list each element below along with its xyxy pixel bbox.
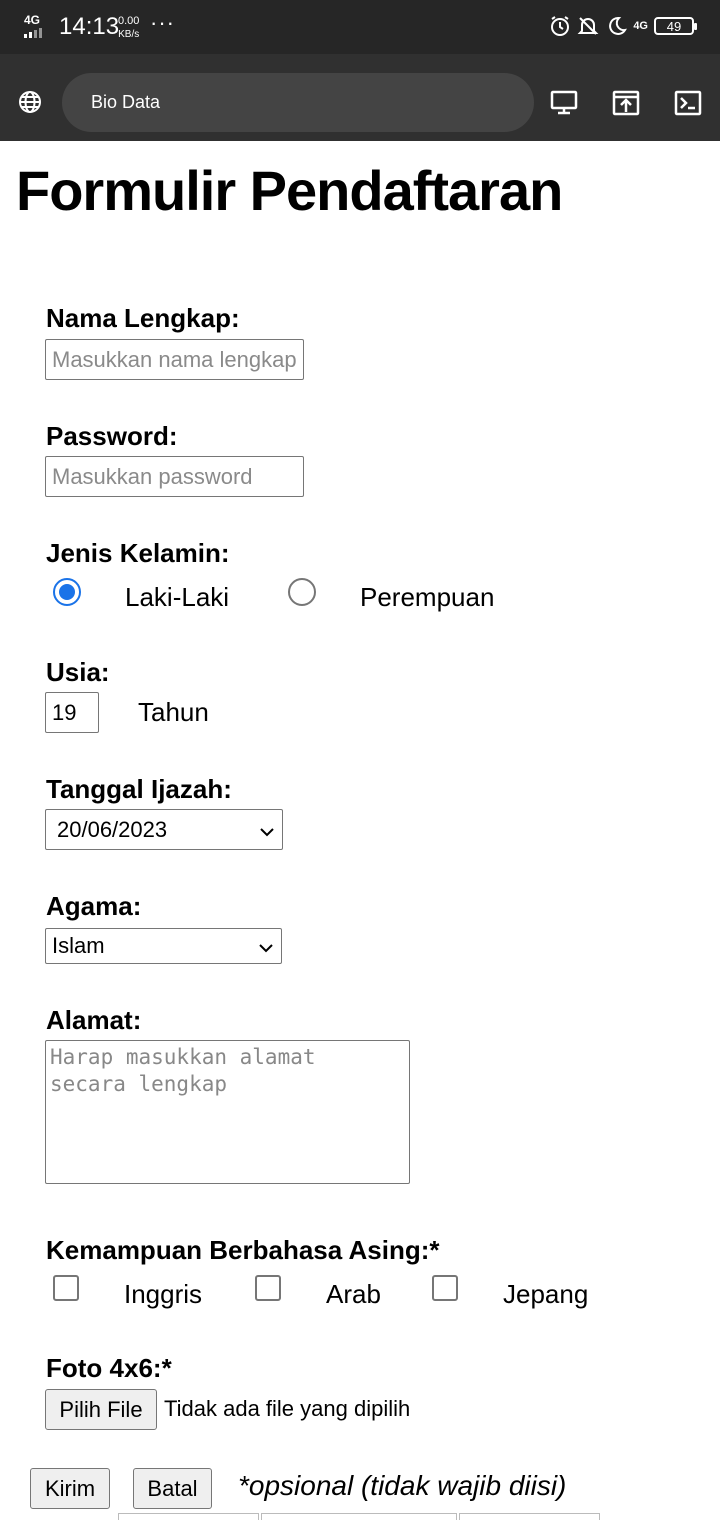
browser-toolbar: Bio Data (0, 54, 720, 141)
checkbox-inggris[interactable] (53, 1275, 79, 1301)
moon-icon (605, 14, 628, 38)
agama-label: Agama: (46, 891, 142, 921)
password-input[interactable] (45, 456, 304, 497)
desktop-icon[interactable] (550, 90, 578, 116)
file-status: Tidak ada file yang dipilih (164, 1396, 411, 1421)
foto-label: Foto 4x6:* (46, 1353, 172, 1383)
open-external-icon[interactable] (612, 90, 640, 116)
agama-select[interactable]: Islam (45, 928, 282, 964)
status-bar: 4G 14:13 0.00 KB/s ··· 4G 49 (0, 0, 720, 54)
radio-label-laki-laki: Laki-Laki (125, 582, 230, 612)
bahasa-label: Kemampuan Berbahasa Asing:* (46, 1235, 440, 1265)
partial-element (261, 1513, 457, 1520)
usia-input[interactable]: 19 (45, 692, 99, 733)
terminal-icon[interactable] (674, 90, 702, 116)
signal-icon: 4G (24, 14, 42, 38)
partial-element (118, 1513, 259, 1520)
submit-button[interactable]: Kirim (30, 1468, 110, 1509)
partial-element (459, 1513, 600, 1520)
clock: 14:13 (59, 13, 120, 40)
choose-file-button[interactable]: Pilih File (45, 1389, 157, 1430)
nama-label: Nama Lengkap: (46, 303, 240, 333)
net-speed-unit: KB/s (118, 29, 140, 40)
more-notifications-icon: ··· (150, 10, 175, 35)
alarm-icon (549, 14, 571, 38)
nama-input[interactable] (45, 339, 304, 380)
optional-note: *opsional (tidak wajib diisi) (238, 1470, 567, 1501)
net-speed: 0.00 KB/s (118, 15, 139, 41)
gender-label: Jenis Kelamin: (46, 538, 230, 568)
address-bar[interactable]: Bio Data (62, 73, 534, 132)
page-title: Formulir Pendaftaran (16, 159, 563, 222)
battery-level: 49 (666, 18, 682, 34)
battery-icon: 49 (654, 17, 697, 35)
ijazah-date-value: 20/06/2023 (57, 816, 168, 842)
chevron-down-icon (260, 817, 274, 843)
ijazah-date-picker[interactable]: 20/06/2023 (45, 809, 283, 850)
network-type-left: 4G (24, 13, 41, 27)
network-type-right: 4G (633, 20, 648, 32)
alamat-label: Alamat: (46, 1005, 142, 1035)
checkbox-label-arab: Arab (326, 1279, 381, 1309)
alamat-textarea[interactable]: Harap masukkan alamat secara lengkap (45, 1040, 410, 1184)
page-url-title: Bio Data (91, 92, 161, 112)
usia-unit: Tahun (138, 697, 209, 727)
agama-value: Islam (52, 933, 105, 958)
checkbox-label-inggris: Inggris (124, 1279, 203, 1309)
radio-label-perempuan: Perempuan (360, 582, 495, 612)
checkbox-label-jepang: Jepang (503, 1279, 589, 1309)
radio-laki-laki[interactable] (53, 578, 81, 606)
mute-bell-icon (577, 14, 599, 38)
cancel-button[interactable]: Batal (133, 1468, 212, 1509)
chevron-down-icon (259, 933, 273, 959)
radio-perempuan[interactable] (288, 578, 316, 606)
checkbox-jepang[interactable] (432, 1275, 458, 1301)
usia-label: Usia: (46, 657, 110, 687)
ijazah-label: Tanggal Ijazah: (46, 774, 232, 804)
checkbox-arab[interactable] (255, 1275, 281, 1301)
globe-icon[interactable] (18, 90, 42, 119)
net-speed-value: 0.00 (118, 15, 140, 27)
password-label: Password: (46, 421, 178, 451)
